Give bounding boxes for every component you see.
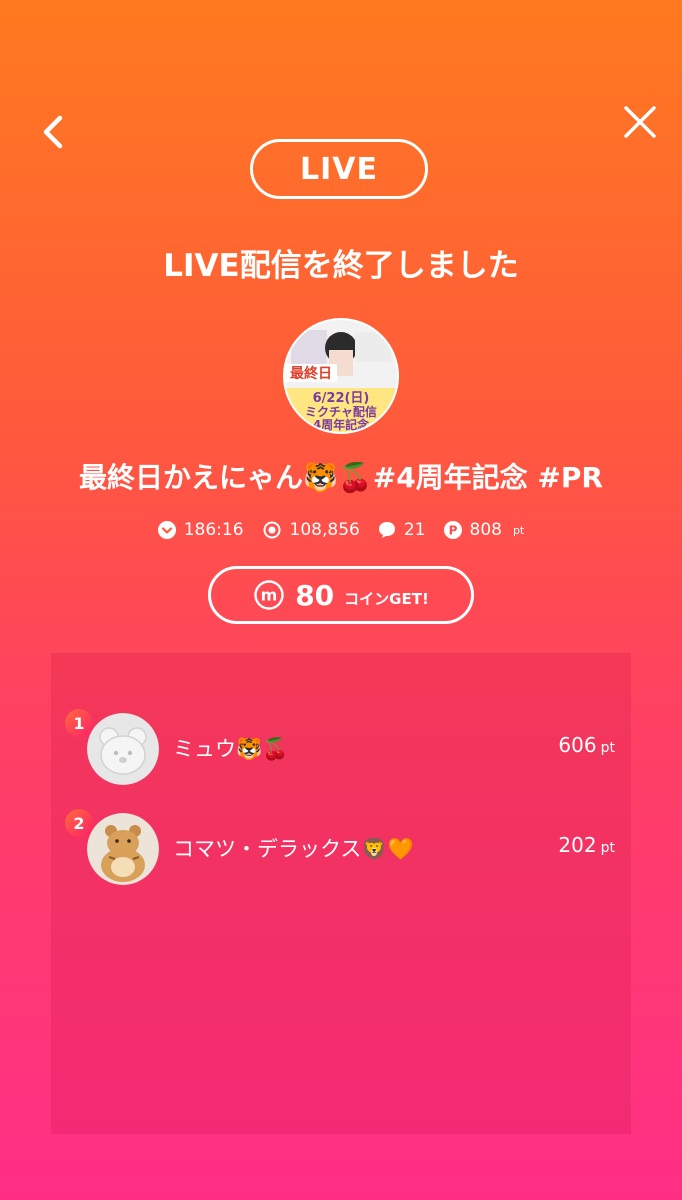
points-icon: P	[443, 521, 462, 539]
duration-stat: 186:16	[157, 520, 244, 540]
coin-icon: m	[254, 580, 284, 610]
stream-stats: 186:16 108,856 21 P 808 pt	[0, 520, 682, 540]
views-stat: 108,856	[262, 520, 360, 540]
avatar	[87, 713, 159, 785]
live-badge: LIVE	[250, 139, 428, 199]
svg-text:P: P	[448, 524, 457, 538]
comment-icon	[378, 522, 395, 538]
ranking-row[interactable]: 2 コマツ・デラックス🦁🧡 202 pt	[51, 809, 631, 889]
thumbnail-label-4: 4周年記念	[313, 417, 369, 432]
points-unit: pt	[512, 523, 525, 537]
ranking-row[interactable]: 1 ミュウ🐯🍒 606 pt	[51, 709, 631, 789]
points-stat: P 808 pt	[443, 520, 525, 540]
points-number: 606	[558, 733, 597, 757]
live-badge-label: LIVE	[300, 151, 378, 187]
svg-text:m: m	[261, 586, 278, 605]
coin-amount: 80	[295, 578, 335, 612]
views-icon	[263, 521, 281, 539]
back-button[interactable]	[30, 108, 78, 156]
points-value: 808	[469, 520, 502, 540]
points-unit: pt	[600, 740, 615, 756]
thumbnail-label-3: ミクチャ配信	[305, 404, 377, 419]
comments-value: 21	[403, 520, 426, 540]
chevron-left-icon	[43, 115, 63, 149]
coin-label: コインGET!	[344, 589, 429, 608]
stream-title: 最終日かえにゃん🐯🍒#4周年記念 #PR	[79, 461, 603, 494]
coin-get-button[interactable]: m 80 コインGET!	[208, 566, 474, 624]
user-name: ミュウ🐯🍒	[173, 737, 289, 761]
ranking-panel: 1 ミュウ🐯🍒 606 pt 2 コマツ・デラックス🦁🧡 202 pt	[51, 653, 631, 1134]
user-points: 606 pt	[558, 733, 615, 757]
avatar	[87, 813, 159, 885]
duration-value: 186:16	[183, 520, 244, 540]
stream-thumbnail: 最終日 6/22(日) ミクチャ配信 4周年記念	[283, 318, 399, 434]
views-value: 108,856	[289, 520, 360, 540]
rank-badge: 2	[65, 809, 93, 837]
user-name: コマツ・デラックス🦁🧡	[173, 837, 414, 861]
points-number: 202	[558, 833, 597, 857]
chevron-circle-icon	[157, 521, 176, 539]
close-icon	[624, 106, 656, 138]
points-unit: pt	[600, 840, 615, 856]
stream-ended-message: LIVE配信を終了しました	[163, 248, 519, 284]
user-points: 202 pt	[558, 833, 615, 857]
thumbnail-label-2: 6/22(日)	[313, 391, 370, 406]
close-button[interactable]	[616, 98, 664, 146]
rank-badge: 1	[65, 709, 93, 737]
thumbnail-label-1: 最終日	[290, 365, 332, 382]
comments-stat: 21	[378, 520, 426, 540]
